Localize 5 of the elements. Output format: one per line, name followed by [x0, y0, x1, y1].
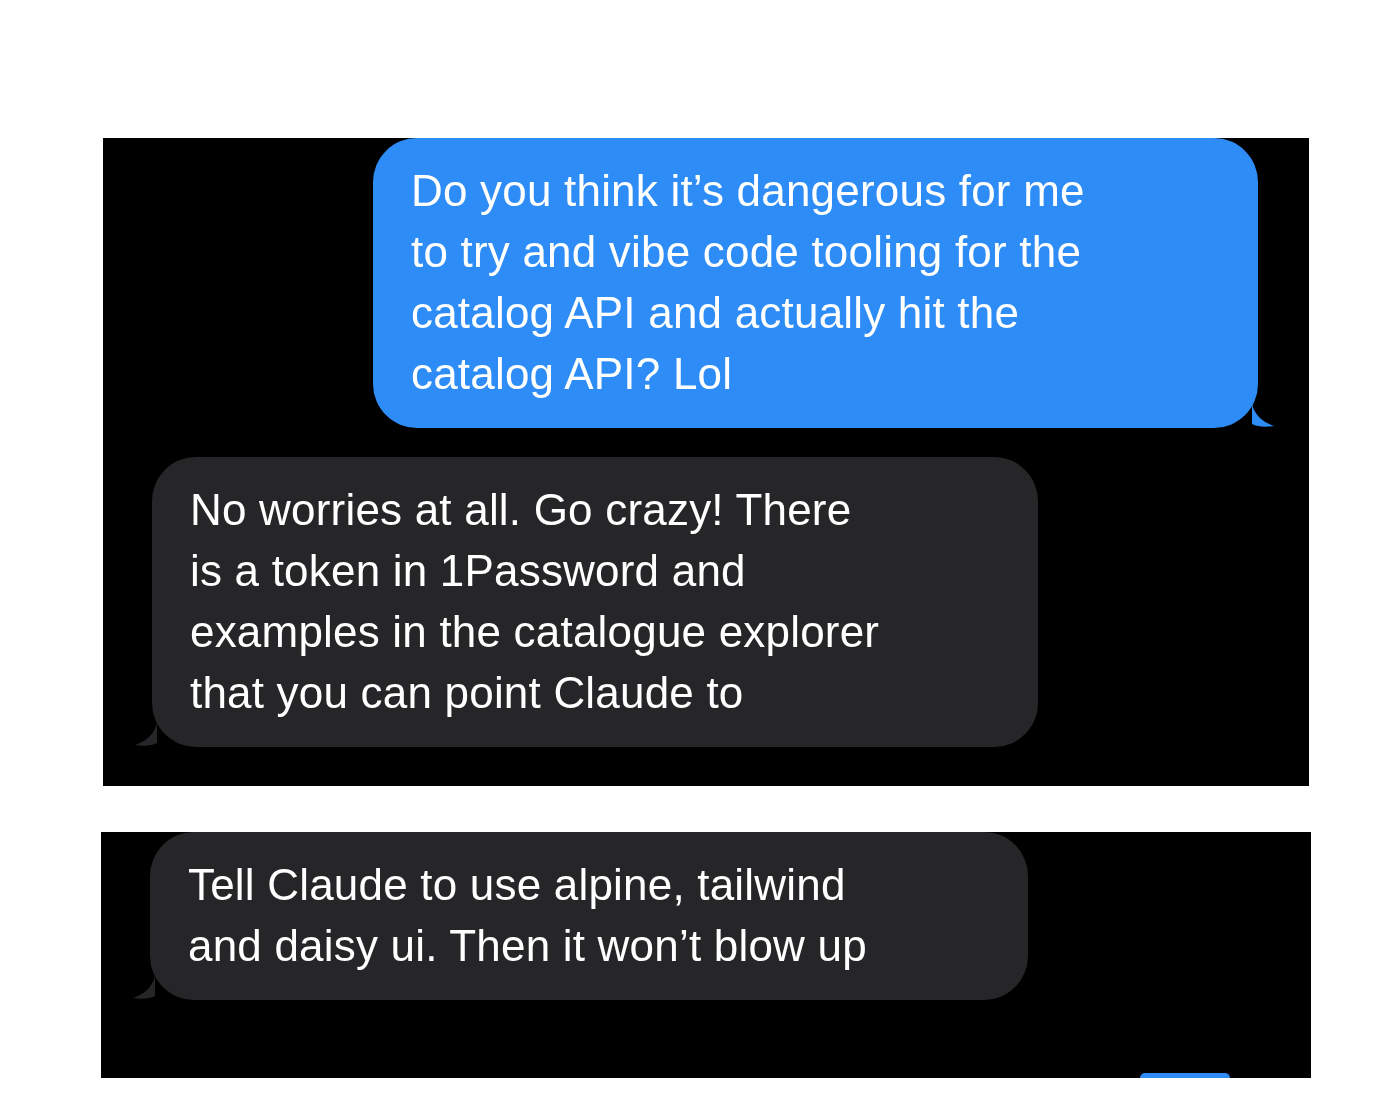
message-text: No worries at all. Go crazy! There is a token in 1Password and examples in the catalogue explorer that you can point Claude to: [190, 484, 881, 719]
bubble-tail: [135, 723, 157, 747]
message-text: Tell Claude to use alpine, tailwind and daisy ui. Then it won’t blow up: [188, 859, 868, 972]
message-text: Do you think it’s dangerous for me to try and vibe code tooling for the catalog API and actually hit the catalog API? Lol: [411, 165, 1086, 400]
bubble-tail: [133, 976, 155, 1000]
